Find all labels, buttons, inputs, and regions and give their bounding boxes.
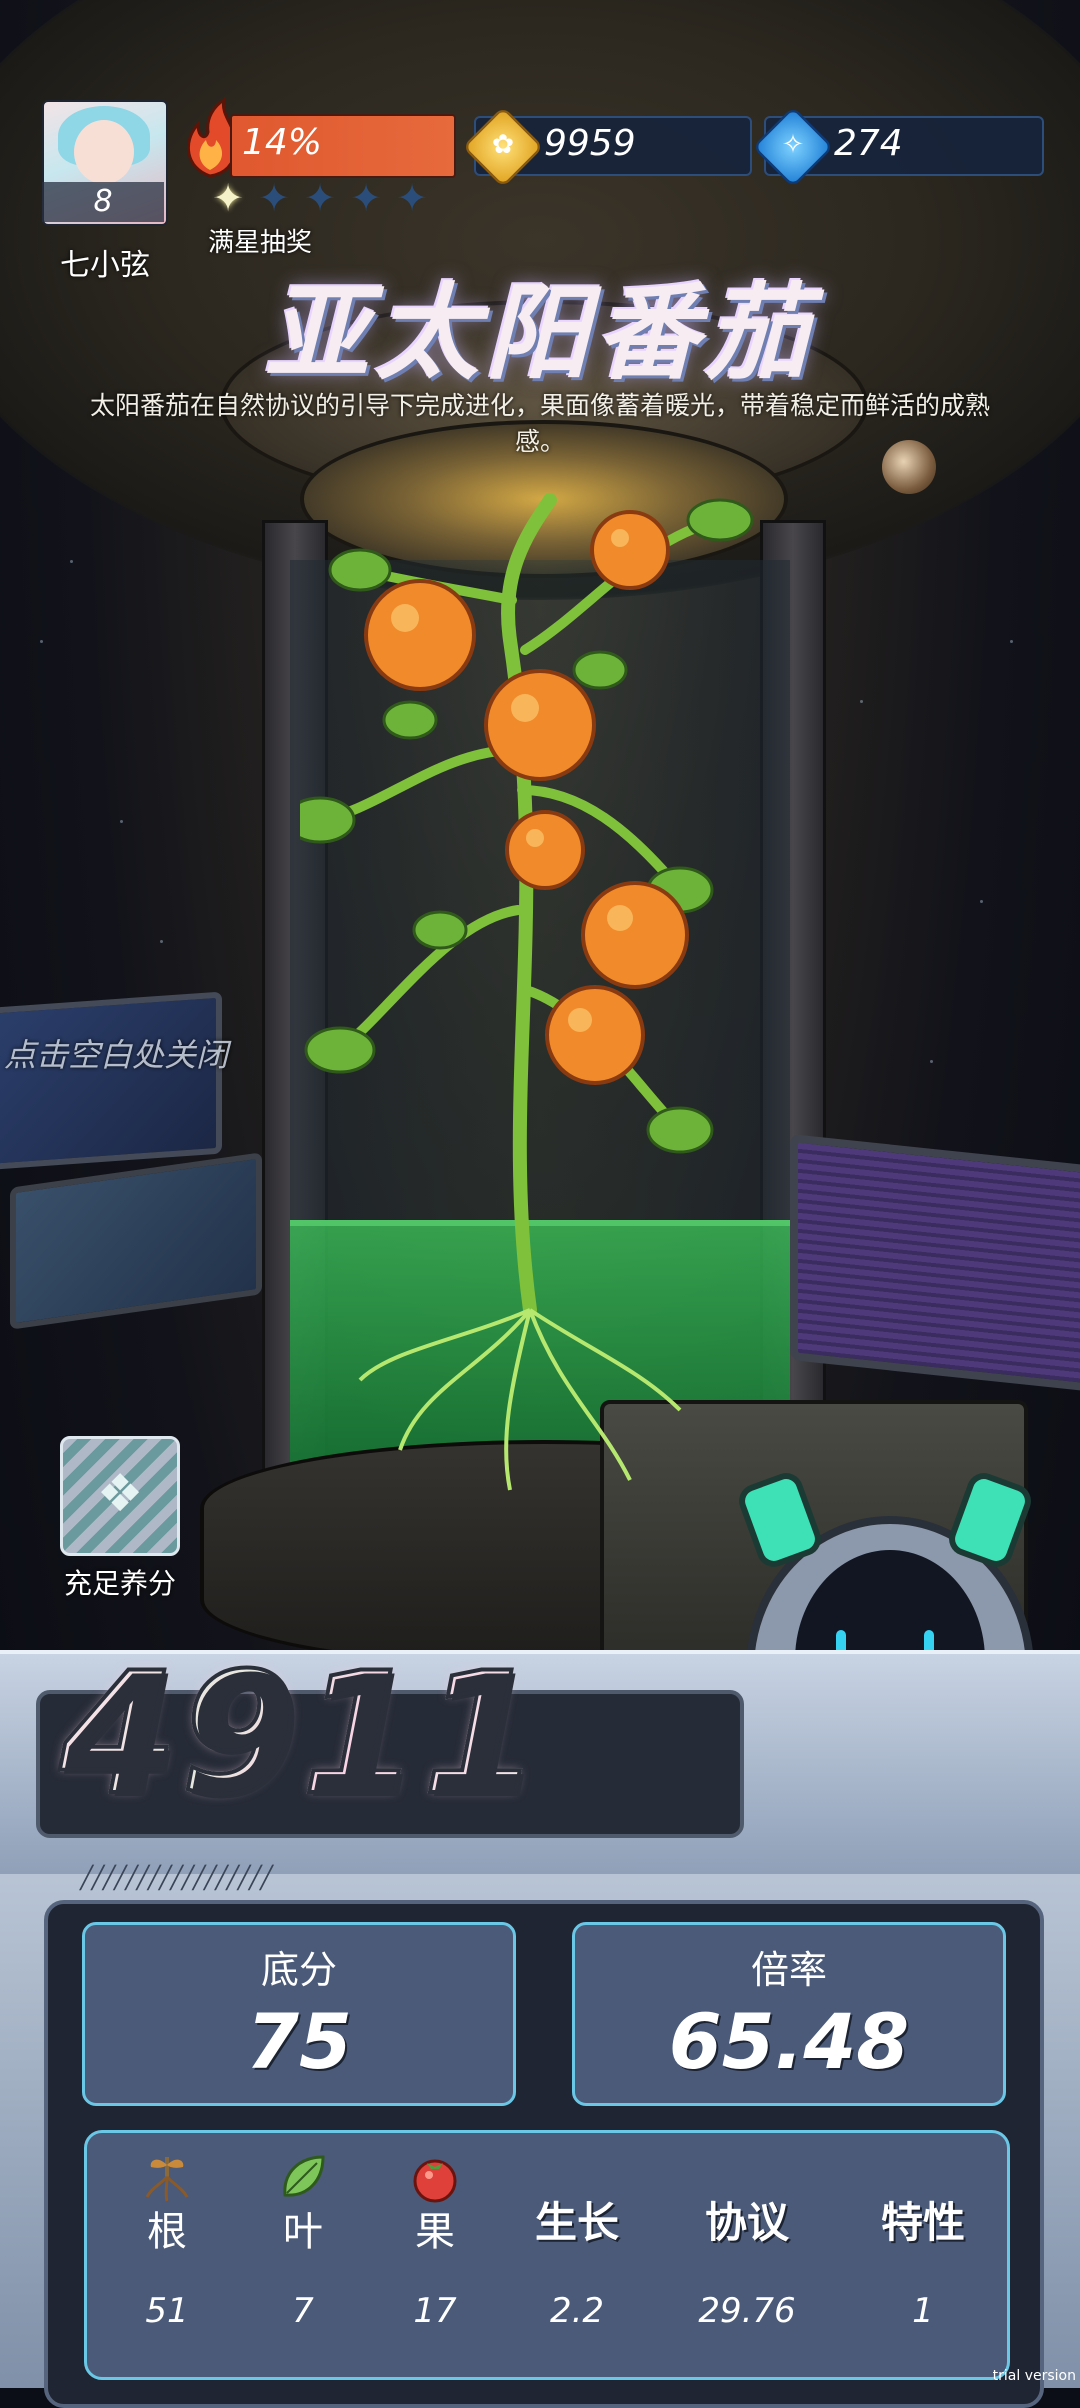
nutrient-label: 充足养分 — [63, 1567, 176, 1600]
nutrient-card-button[interactable]: ❖ — [60, 1436, 180, 1556]
seed-orb-icon[interactable] — [882, 440, 936, 494]
growth-progress-bar: 14% — [230, 114, 456, 178]
nutrient-card-icon: ❖ — [96, 1464, 144, 1524]
attr-protocol: 协议 29.76 — [677, 2133, 817, 2377]
star-icon-filled: ✦ — [212, 176, 244, 220]
plant-title: 亚太阳番茄 — [264, 272, 815, 394]
attr-leaf-value: 7 — [292, 2291, 314, 2331]
attr-fruit-value: 17 — [413, 2291, 457, 2331]
attr-fruit-label: 果 — [415, 2209, 455, 2255]
base-score-card: 底分 75 — [82, 1922, 516, 2106]
multiplier-value: 65.48 — [668, 1997, 910, 2086]
attr-leaf-label: 叶 — [283, 2209, 323, 2255]
right-monitor — [790, 1133, 1080, 1393]
attr-trait: 特性 1 — [853, 2133, 993, 2377]
attr-trait-label: 特性 — [880, 2198, 965, 2247]
base-score-label: 底分 — [260, 1948, 337, 1992]
multiplier-label: 倍率 — [750, 1948, 827, 1992]
attr-trait-value: 1 — [912, 2291, 934, 2331]
sprout-root-icon — [145, 2157, 189, 2202]
attr-protocol-label: 协议 — [704, 2198, 789, 2247]
attr-root: 根 51 — [97, 2133, 237, 2377]
watermark: trial version — [992, 2368, 1076, 2384]
attr-root-label: 根 — [147, 2209, 187, 2255]
coin-value: 9959 — [544, 123, 636, 164]
star-rating: ✦ ✦ ✦ ✦ ✦ — [208, 176, 432, 220]
coin-counter[interactable]: ✿ 9959 — [462, 106, 752, 188]
attr-growth-value: 2.2 — [549, 2291, 605, 2331]
left-monitor-top — [0, 991, 222, 1171]
leaf-icon — [283, 2155, 325, 2197]
plant-description: 太阳番茄在自然协议的引导下完成进化，果面像蓄着暖光，带着稳定而鲜活的成熟感。 — [89, 391, 990, 456]
gem-value: 274 — [834, 123, 903, 164]
total-score: 4911 — [58, 1634, 544, 1834]
close-hint[interactable]: 点击空白处关闭 — [4, 1030, 228, 1076]
progress-text: 14% — [242, 122, 323, 163]
star-icon-empty: ✦ — [350, 176, 382, 220]
attr-growth: 生长 2.2 — [507, 2133, 647, 2377]
attr-protocol-value: 29.76 — [698, 2291, 796, 2331]
player-level: 8 — [42, 182, 164, 222]
star-icon-empty: ✦ — [304, 176, 336, 220]
attr-root-value: 51 — [145, 2291, 189, 2331]
base-score-value: 75 — [246, 1997, 352, 2086]
panel-vent: ╱╱╱╱╱╱╱╱╱╱╱╱╱╱╱╱╱ — [80, 1866, 273, 1891]
tomato-icon — [413, 2159, 457, 2203]
multiplier-card: 倍率 65.48 — [572, 1922, 1006, 2106]
attr-leaf: 叶 7 — [233, 2133, 373, 2377]
star-icon-empty: ✦ — [396, 176, 428, 220]
gem-counter[interactable]: ✧ 274 — [752, 106, 1044, 188]
star-icon-empty: ✦ — [258, 176, 290, 220]
attribute-grid: 根 51 叶 7 果 17 生长 2.2 协议 29.76 特性 1 — [84, 2130, 1010, 2380]
attr-growth-label: 生长 — [534, 2198, 619, 2247]
left-monitor-bottom — [10, 1152, 262, 1330]
tomato-plant — [300, 493, 754, 1491]
attr-fruit: 果 17 — [365, 2133, 505, 2377]
avatar-face — [74, 120, 134, 184]
